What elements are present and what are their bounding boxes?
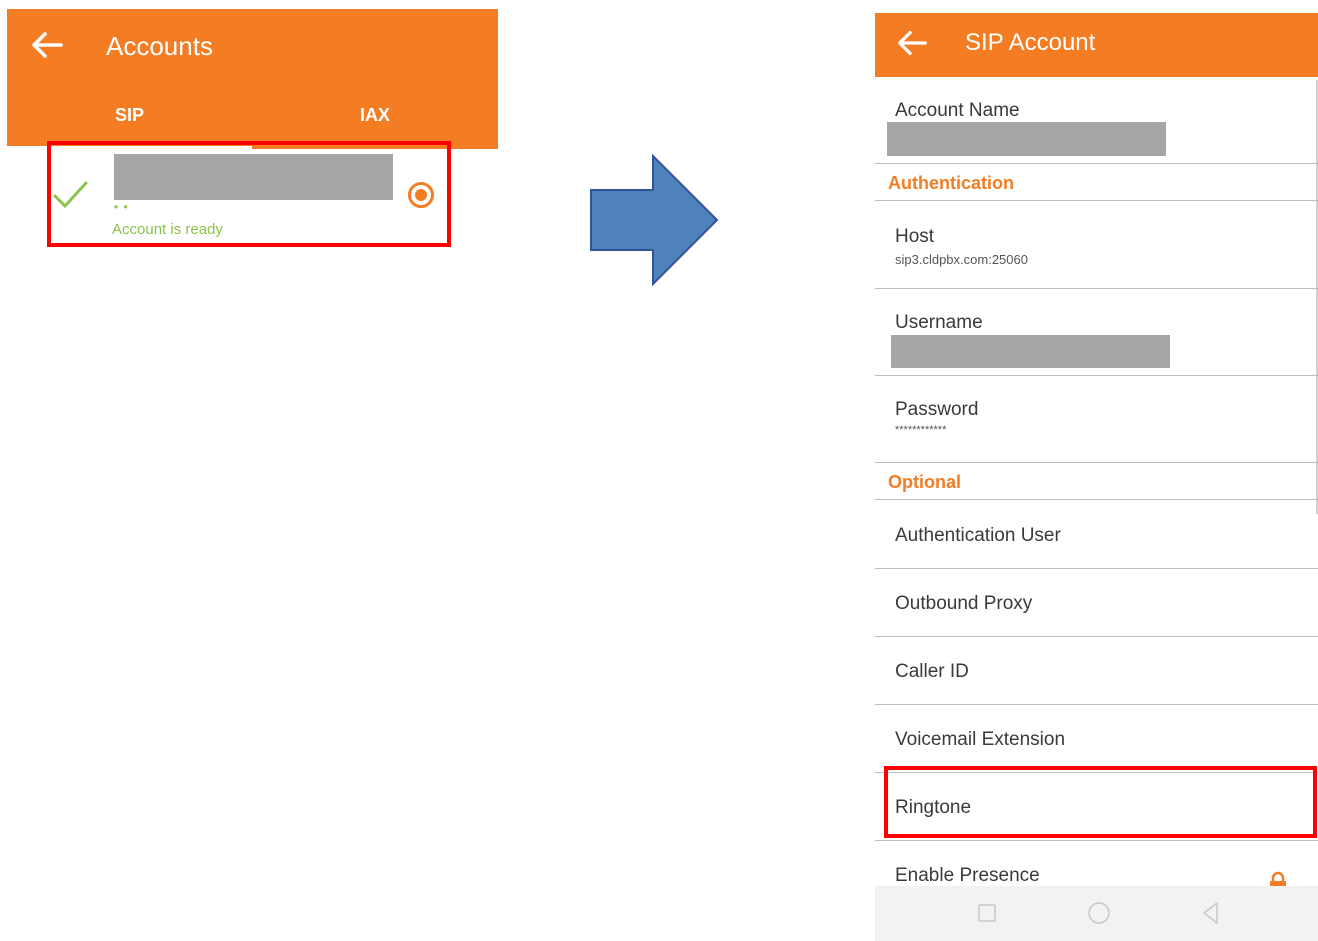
back-arrow-icon[interactable] <box>29 27 65 63</box>
pref-host[interactable]: Host <box>895 226 934 248</box>
divider <box>875 636 1318 637</box>
pref-username[interactable]: Username <box>895 312 983 334</box>
accounts-app-bar: Accounts SIP IAX <box>7 9 498 149</box>
divider <box>875 288 1318 289</box>
divider <box>875 462 1318 463</box>
account-list-item[interactable] <box>47 141 451 247</box>
pref-enable-presence[interactable]: Enable Presence <box>895 865 1040 887</box>
ringtone-highlight <box>884 766 1317 838</box>
lock-icon <box>1270 871 1286 887</box>
page-title: SIP Account <box>965 29 1096 56</box>
account-name-value-redacted <box>887 122 1166 156</box>
password-value: ************ <box>895 424 947 436</box>
pref-authentication-user[interactable]: Authentication User <box>895 525 1061 547</box>
system-nav-bar <box>875 886 1318 941</box>
divider <box>875 163 1318 164</box>
pref-caller-id[interactable]: Caller ID <box>895 661 969 683</box>
divider <box>875 840 1318 841</box>
divider <box>875 375 1318 376</box>
divider <box>875 568 1318 569</box>
tab-iax[interactable]: IAX <box>360 105 390 126</box>
back-arrow-icon[interactable] <box>895 26 929 60</box>
section-optional: Optional <box>888 472 961 492</box>
page-title: Accounts <box>106 31 213 61</box>
divider <box>875 704 1318 705</box>
host-value: sip3.cldpbx.com:25060 <box>895 252 1028 267</box>
username-value-redacted <box>891 335 1170 368</box>
pref-voicemail-extension[interactable]: Voicemail Extension <box>895 729 1065 751</box>
divider <box>875 499 1318 500</box>
circle-home-icon[interactable] <box>1086 900 1112 926</box>
divider <box>875 200 1318 201</box>
pref-password[interactable]: Password <box>895 399 978 421</box>
section-authentication: Authentication <box>888 173 1014 193</box>
right-arrow-icon <box>590 153 719 287</box>
tab-sip[interactable]: SIP <box>115 105 144 126</box>
square-recents-icon[interactable] <box>974 900 1000 926</box>
pref-account-name[interactable]: Account Name <box>895 100 1020 122</box>
pref-outbound-proxy[interactable]: Outbound Proxy <box>895 593 1032 615</box>
triangle-back-icon[interactable] <box>1198 900 1224 926</box>
sip-account-app-bar: SIP Account <box>875 13 1318 77</box>
